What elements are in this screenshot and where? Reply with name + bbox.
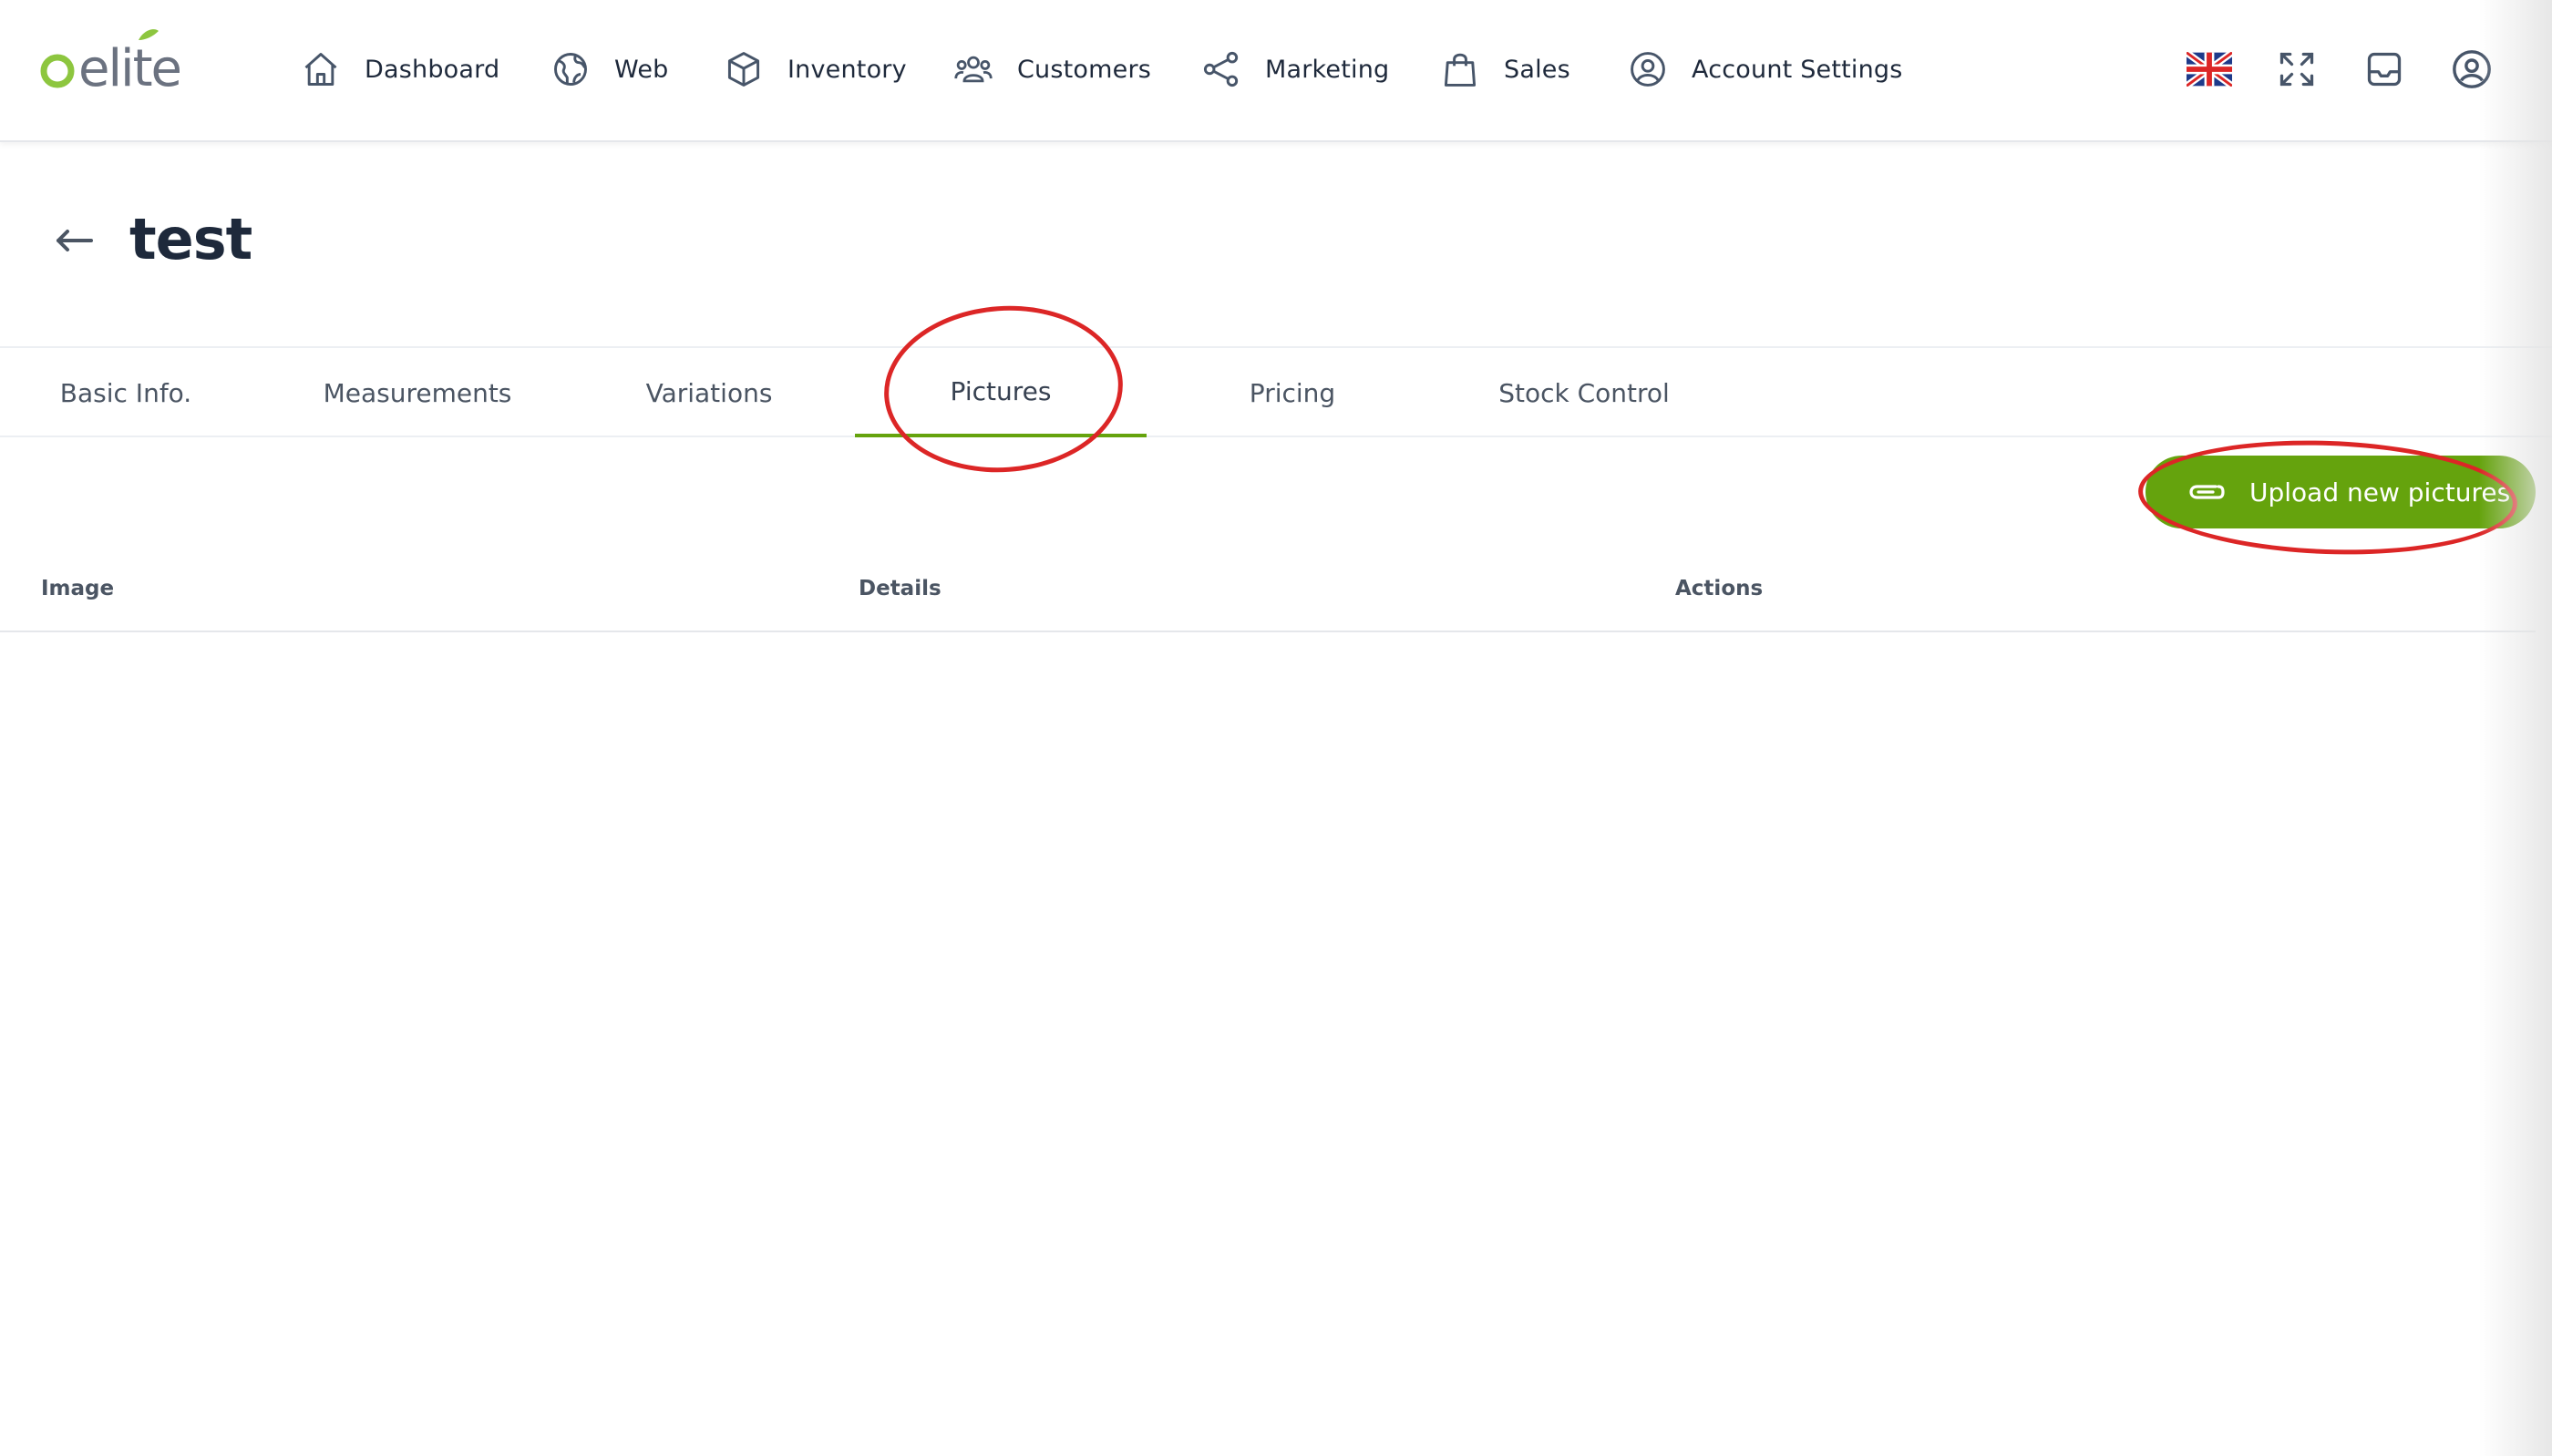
- back-button[interactable]: [53, 222, 97, 259]
- page-title: test: [129, 206, 252, 272]
- globe-icon: [554, 53, 587, 86]
- column-header-actions[interactable]: Actions: [1675, 547, 1763, 631]
- nav-item-inventory[interactable]: Inventory: [724, 36, 953, 102]
- column-header-image[interactable]: Image: [41, 547, 114, 631]
- users-icon: [954, 56, 993, 83]
- column-header-details[interactable]: Details: [859, 547, 942, 631]
- svg-text:elite: elite: [78, 39, 180, 97]
- tab-basic-info[interactable]: Basic Info.: [36, 348, 215, 437]
- tab-pictures[interactable]: Pictures: [855, 348, 1147, 437]
- main-nav: Dashboard Web Inventory Customers Market…: [301, 36, 1903, 102]
- upload-new-pictures-button[interactable]: Upload new pictures: [2146, 456, 2536, 528]
- home-icon: [304, 53, 337, 86]
- box-icon: [727, 52, 760, 87]
- user-circle-icon: [1631, 52, 1665, 87]
- nav-item-label: Sales: [1504, 55, 1570, 84]
- header-actions: [2186, 46, 2495, 93]
- nav-item-label: Account Settings: [1692, 55, 1903, 84]
- paperclip-icon: [2189, 485, 2225, 499]
- profile-button[interactable]: [2448, 46, 2495, 93]
- nav-item-label: Inventory: [787, 55, 907, 84]
- tab-stock-control[interactable]: Stock Control: [1477, 348, 1692, 437]
- oelite-logo[interactable]: elite: [36, 24, 215, 97]
- oelite-logo-mark: elite: [40, 29, 182, 97]
- nav-item-dashboard[interactable]: Dashboard: [301, 36, 551, 102]
- nav-item-label: Dashboard: [365, 55, 500, 84]
- shopping-bag-icon: [1444, 53, 1477, 87]
- nav-item-sales[interactable]: Sales: [1440, 36, 1628, 102]
- inbox-icon: [2367, 52, 2402, 87]
- pictures-table-header: Image Details Actions: [0, 547, 2536, 632]
- tab-pricing[interactable]: Pricing: [1212, 348, 1373, 437]
- top-navigation-bar: elite Dashboard Web Inventory Customers …: [0, 0, 2552, 142]
- pictures-table-body: [0, 632, 2536, 1416]
- nav-item-customers[interactable]: Customers: [953, 36, 1201, 102]
- product-tabs: Basic Info. Measurements Variations Pict…: [0, 346, 2552, 437]
- uk-flag-icon: [2187, 52, 2232, 87]
- nav-item-marketing[interactable]: Marketing: [1201, 36, 1440, 102]
- nav-item-label: Marketing: [1265, 55, 1390, 84]
- nav-item-label: Customers: [1017, 55, 1152, 84]
- nav-item-label: Web: [614, 55, 669, 84]
- language-selector[interactable]: [2186, 46, 2233, 93]
- tab-variations[interactable]: Variations: [620, 348, 798, 437]
- tab-measurements[interactable]: Measurements: [301, 348, 534, 437]
- nav-item-account-settings[interactable]: Account Settings: [1628, 36, 1903, 102]
- inbox-button[interactable]: [2361, 46, 2408, 93]
- fullscreen-icon: [2279, 52, 2314, 87]
- arrow-left-icon: [57, 230, 93, 251]
- profile-icon: [2453, 50, 2491, 88]
- share-icon: [1203, 51, 1239, 87]
- fullscreen-button[interactable]: [2273, 46, 2320, 93]
- upload-button-label: Upload new pictures: [2249, 477, 2511, 508]
- nav-item-web[interactable]: Web: [551, 36, 724, 102]
